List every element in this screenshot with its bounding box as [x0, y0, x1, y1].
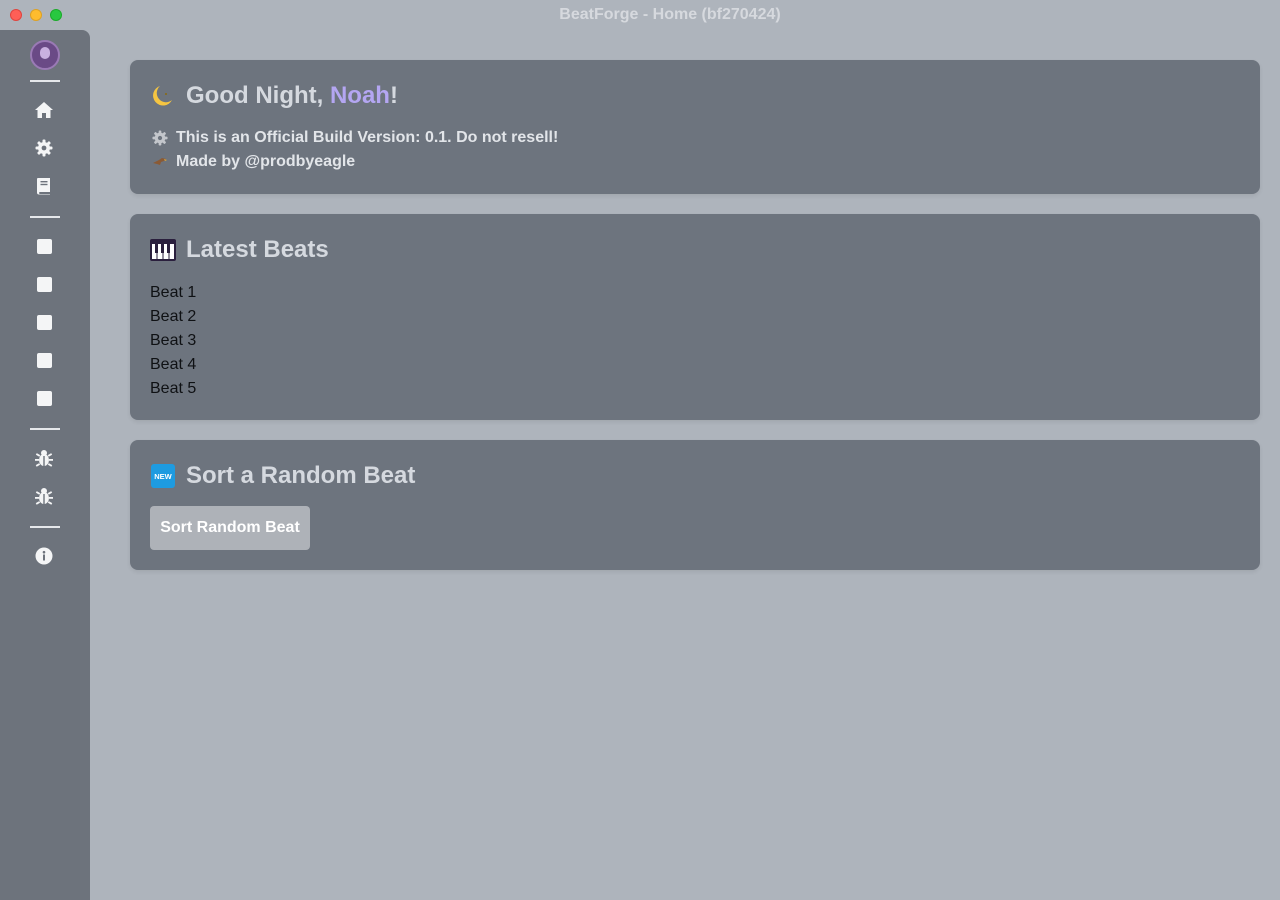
list-item[interactable]: Beat 5: [150, 380, 196, 398]
random-beat-card: NEW Sort a Random Beat Sort Random Beat: [130, 440, 1260, 570]
greeting-exclaim: !: [389, 82, 398, 109]
window-title: BeatForge - Home (bf270424): [559, 6, 781, 23]
bug-icon[interactable]: [34, 486, 54, 506]
home-icon[interactable]: [34, 100, 54, 120]
avatar[interactable]: [30, 40, 60, 70]
piano-keys-icon: [150, 237, 176, 263]
beat-square-4[interactable]: [34, 350, 54, 370]
user-name: Noah: [329, 82, 390, 109]
sidebar-divider: [30, 80, 60, 82]
list-item[interactable]: Beat 4: [150, 356, 196, 374]
sidebar-divider: [30, 216, 60, 218]
sidebar-divider: [30, 526, 60, 528]
book-icon[interactable]: [34, 176, 54, 196]
made-by-text: Made by @prodbyeagle: [176, 153, 356, 170]
list-item[interactable]: Beat 1: [150, 284, 196, 302]
random-beat-title: Sort a Random Beat: [186, 462, 416, 489]
sidebar-divider: [30, 428, 60, 430]
sort-random-beat-button[interactable]: Sort Random Beat: [150, 506, 310, 550]
build-info-line: This is an Official Build Version: 0.1. …: [152, 129, 558, 147]
title-bar: BeatForge - Home (bf270424): [0, 0, 1280, 30]
gear-icon: [152, 130, 168, 146]
list-item[interactable]: Beat 3: [150, 332, 196, 350]
eagle-icon: [152, 154, 168, 170]
latest-beats-card: Latest Beats Beat 1 Beat 2 Beat 3 Beat 4…: [130, 214, 1260, 420]
gear-icon[interactable]: [34, 138, 54, 158]
greeting-text: Good Night,: [186, 82, 330, 109]
beat-square-2[interactable]: [34, 274, 54, 294]
info-icon[interactable]: [34, 546, 54, 566]
random-beat-heading: NEW Sort a Random Beat: [150, 462, 415, 490]
sidebar: [0, 30, 90, 900]
svg-text:NEW: NEW: [154, 472, 172, 481]
crescent-moon-icon: [150, 83, 176, 109]
bug-icon[interactable]: [34, 448, 54, 468]
greeting-heading: Good Night, Noah!: [150, 82, 398, 110]
new-badge-icon: NEW: [150, 463, 176, 489]
beat-square-1[interactable]: [34, 236, 54, 256]
made-by-line: Made by @prodbyeagle: [152, 153, 355, 171]
latest-beats-heading: Latest Beats: [150, 236, 329, 264]
beat-square-5[interactable]: [34, 388, 54, 408]
latest-beats-title: Latest Beats: [186, 236, 329, 263]
beat-square-3[interactable]: [34, 312, 54, 332]
build-info-text: This is an Official Build Version: 0.1. …: [176, 129, 559, 146]
welcome-card: Good Night, Noah! This is an Official Bu…: [130, 60, 1260, 194]
list-item[interactable]: Beat 2: [150, 308, 196, 326]
